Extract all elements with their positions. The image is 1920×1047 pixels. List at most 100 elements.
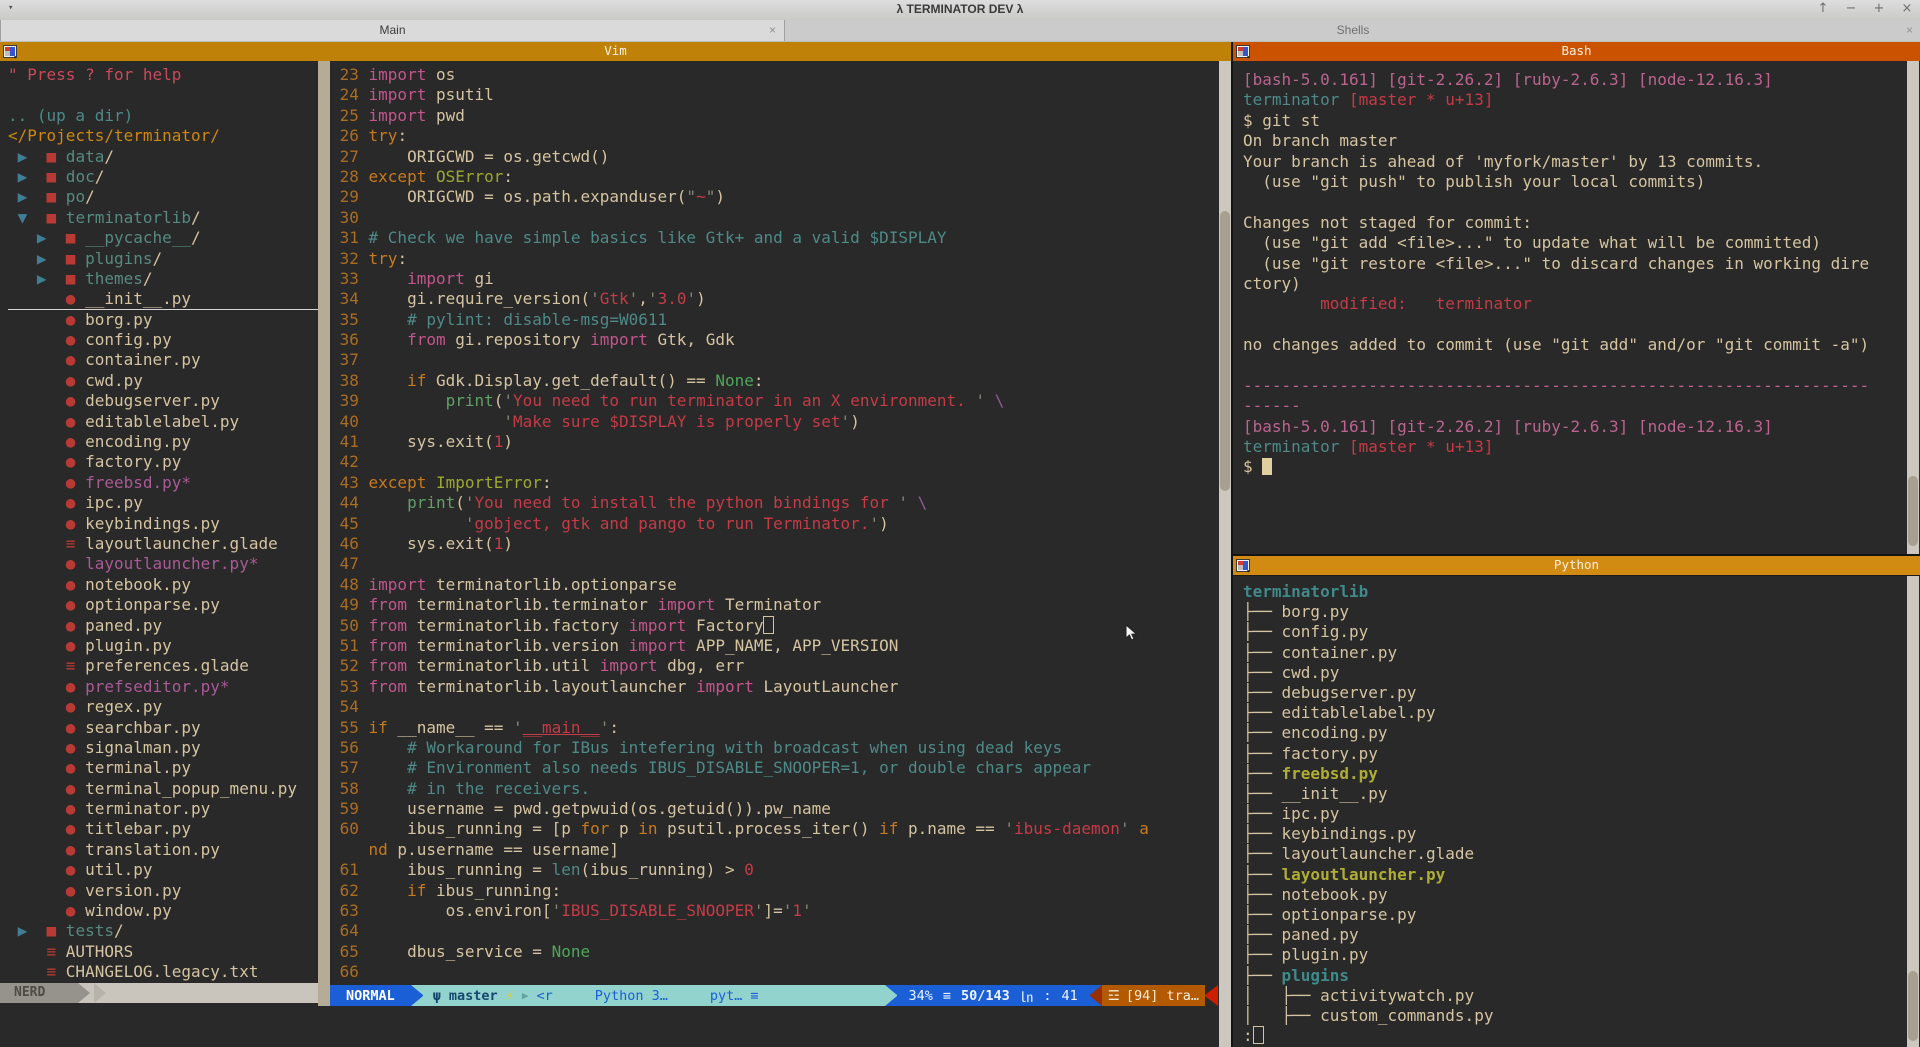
token-dir: tests: [56, 921, 114, 940]
token-teal: terminator: [1243, 437, 1339, 456]
maximize-icon[interactable]: +: [1872, 1, 1886, 16]
token-q: ': [783, 901, 793, 920]
token-teal: terminator: [1243, 90, 1339, 109]
token-fg: ├── cwd.py: [1243, 663, 1339, 682]
token-pyico: ●: [8, 779, 85, 798]
token-fg: ORIGCWD = os.path.expanduser(: [369, 187, 687, 206]
token-pyico: ●: [8, 697, 85, 716]
token-fg: pwd: [426, 106, 465, 125]
pane-divider-horizontal[interactable]: [1233, 554, 1920, 556]
token-file: regex.py: [85, 697, 162, 716]
token-fg: :: [503, 167, 513, 186]
token-file: layoutlauncher.glade: [85, 534, 278, 553]
token-pyico: ●: [8, 677, 85, 696]
bash-pane-titlebar[interactable]: ▾ Bash: [1233, 42, 1920, 61]
token-im: import: [629, 616, 687, 635]
token-fg: ): [696, 289, 706, 308]
scrollbar-thumb[interactable]: [1908, 971, 1918, 1041]
token-fg: ): [850, 412, 860, 431]
python-terminal[interactable]: terminatorlib├── borg.py├── config.py├──…: [1233, 576, 1920, 1047]
terminal-row: ● config.py: [8, 330, 318, 350]
token-q: ': [1004, 819, 1014, 838]
token-fg: ├── debugserver.py: [1243, 683, 1416, 702]
token-fg: ibus_running:: [426, 881, 561, 900]
terminal-row: ● window.py: [8, 901, 318, 921]
vim-scrollbar[interactable]: [1219, 61, 1231, 1047]
vim-statusline: NORMAL ψ master ⚡ ▶ <r Python 3… pyt… ≡ …: [330, 985, 1218, 1006]
token-pyico: ●: [8, 595, 85, 614]
terminal-row: 44 print('You need to install the python…: [330, 493, 1149, 513]
restore-icon[interactable]: ↑: [1816, 1, 1830, 16]
terminal-row: ├── borg.py: [1243, 602, 1493, 622]
python-scrollbar[interactable]: [1907, 576, 1919, 1047]
token-fg: /: [95, 167, 105, 186]
token-fg: username = pwd.getpwuid(os.getuid()).pw_…: [369, 799, 831, 818]
scrollbar-thumb[interactable]: [1908, 476, 1918, 546]
tab-shells-close-icon[interactable]: ×: [1906, 23, 1913, 37]
token-q: ': [841, 412, 851, 431]
terminal-row: ● layoutlauncher.py*: [8, 554, 318, 574]
python-pane-titlebar[interactable]: ▾ Python: [1233, 556, 1920, 575]
token-q: ': [686, 289, 696, 308]
token-cm: # in the receivers.: [369, 779, 591, 798]
token-fg: terminatorlib.version: [407, 636, 629, 655]
token-g: 40: [330, 412, 369, 431]
terminal-row: nd p.username == username]: [330, 840, 1149, 860]
token-g: 30: [330, 208, 369, 227]
token-fg: p.username == username]: [388, 840, 619, 859]
token-im: import: [590, 330, 648, 349]
token-g: 64: [330, 921, 369, 940]
scroll-percent: 34%: [909, 988, 933, 1004]
token-fg: os: [426, 65, 455, 84]
bash-scrollbar[interactable]: [1907, 61, 1919, 554]
token-g: 49: [330, 595, 369, 614]
minimize-icon[interactable]: −: [1844, 1, 1858, 16]
token-file: ipc.py: [85, 493, 143, 512]
vim-split-separator[interactable]: [318, 61, 330, 1006]
token-g: 47: [330, 554, 369, 573]
token-fg: ibus_running =: [369, 860, 552, 879]
token-str: Make sure $DISPLAY is properly set: [513, 412, 841, 431]
tab-shells[interactable]: Shells ×: [784, 20, 1920, 41]
window-titlebar[interactable]: ▾ λ TERMINATOR DEV λ ↑ − + ×: [0, 0, 1920, 21]
token-file: CHANGELOG.legacy.txt: [66, 962, 259, 981]
token-kw: a: [1139, 819, 1149, 838]
terminal-row: ▶ ■ po/: [8, 187, 318, 207]
tab-main-close-icon[interactable]: ×: [769, 23, 776, 37]
terminal-row: ● translation.py: [8, 840, 318, 860]
token-q: ': [600, 718, 610, 737]
token-g: 51: [330, 636, 369, 655]
token-none: None: [715, 371, 754, 390]
terminal-row: 55 if __name__ == '__main__':: [330, 718, 1149, 738]
token-g: 38: [330, 371, 369, 390]
token-fg: (use "git restore <file>..." to discard …: [1243, 254, 1869, 273]
token-pyico: ●: [8, 860, 85, 879]
powerline-arrow-icon: [94, 983, 106, 1003]
terminal-row: 56 # Workaround for IBus intefering with…: [330, 738, 1149, 758]
terminal-row: ▼ ■ terminatorlib/: [8, 208, 318, 228]
scrollbar-thumb[interactable]: [1220, 211, 1230, 491]
close-icon[interactable]: ×: [1900, 1, 1914, 16]
token-file: window.py: [85, 901, 172, 920]
terminal-row: ● prefseditor.py*: [8, 677, 318, 697]
token-g: 25: [330, 106, 369, 125]
token-gladeico: ≡: [8, 942, 66, 961]
bash-terminal[interactable]: [bash-5.0.161] [git-2.26.2] [ruby-2.6.3]…: [1233, 61, 1920, 554]
statusline-warning-segment: ☲ [94] tra…: [1102, 985, 1205, 1006]
terminal-row: ├── editablelabel.py: [1243, 703, 1493, 723]
vim-pane-titlebar[interactable]: ▾ Vim: [0, 42, 1231, 61]
token-fg: ├──: [1243, 764, 1282, 783]
token-im: from: [369, 677, 408, 696]
token-q: ": [686, 187, 696, 206]
tab-main[interactable]: Main ×: [0, 20, 785, 41]
token-str: You need to install the python bindings …: [475, 493, 899, 512]
vim-terminal[interactable]: " Press ? for help.. (up a dir)</Project…: [0, 61, 1231, 1047]
token-fg: (: [455, 493, 465, 512]
token-g: 60: [330, 819, 369, 838]
mouse-cursor: [1124, 624, 1142, 642]
terminal-row: ● container.py: [8, 350, 318, 370]
editor-buffer[interactable]: 23 import os 24 import psutil 25 import …: [330, 65, 1149, 983]
token-dirico: ■: [66, 269, 76, 288]
terminal-row: ▶ ■ __pycache__/: [8, 228, 318, 248]
token-q: ': [503, 391, 513, 410]
